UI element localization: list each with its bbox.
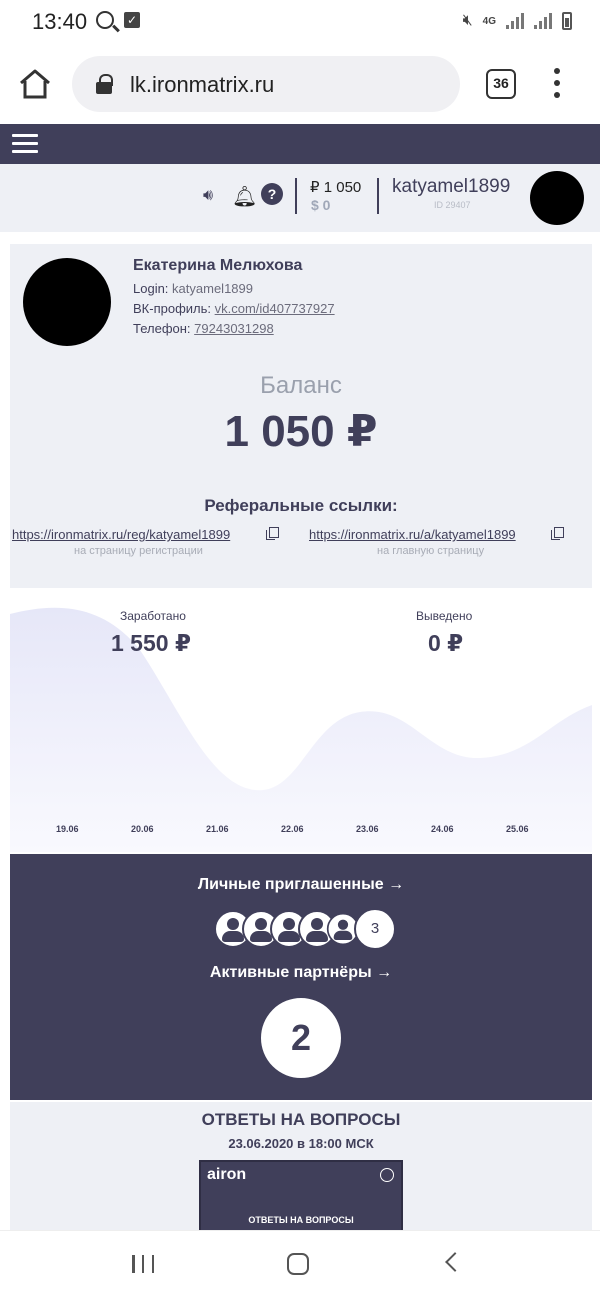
network-type: 4G xyxy=(482,15,496,27)
qa-section: ОТВЕТЫ НА ВОПРОСЫ 23.06.2020 в 18:00 МСК… xyxy=(10,1102,592,1230)
withdrawn-label: Выведено xyxy=(416,609,473,623)
balance-value: 1 050 ₽ xyxy=(224,407,378,456)
url-text[interactable]: lk.ironmatrix.ru xyxy=(130,72,274,98)
earned-value: 1 550 ₽ xyxy=(111,630,191,656)
signal-icon xyxy=(506,13,524,29)
chart-tick-label: 24.06 xyxy=(431,824,454,834)
sound-icon[interactable]: 🔊︎ xyxy=(203,187,213,205)
chart-tick-label: 22.06 xyxy=(281,824,304,834)
login-label: Login: xyxy=(133,281,169,296)
referral-main-caption: на главную страницу xyxy=(377,545,485,557)
referral-main-link[interactable]: https://ironmatrix.ru/a/katyamel1899 xyxy=(309,527,516,542)
badge-icon xyxy=(380,1168,394,1182)
hamburger-menu-icon[interactable] xyxy=(12,134,38,154)
checkbox-notification-icon: ✓ xyxy=(124,12,140,28)
personal-invites-count: 3 xyxy=(354,908,396,950)
divider xyxy=(295,178,297,214)
chart-tick-label: 25.06 xyxy=(506,824,529,834)
home-icon[interactable] xyxy=(18,68,52,100)
referral-title: Реферальные ссылки: xyxy=(204,496,398,515)
avatar[interactable] xyxy=(530,171,584,225)
invites-panel: Личные приглашенные → 3 Активные партнёр… xyxy=(10,854,592,1100)
airon-logo: airon xyxy=(207,1166,247,1183)
lock-icon[interactable] xyxy=(96,74,113,94)
referral-reg-caption: на страницу регистрации xyxy=(74,545,203,557)
qa-title: ОТВЕТЫ НА ВОПРОСЫ xyxy=(201,1110,401,1129)
status-indicators: 🔇︎ 4G xyxy=(463,12,572,30)
balance-label: Баланс xyxy=(260,372,342,399)
chart-area-fill xyxy=(10,607,592,852)
browser-toolbar: lk.ironmatrix.ru 36 xyxy=(0,44,600,124)
invited-avatars[interactable]: 3 xyxy=(214,908,396,950)
active-partners-count[interactable]: 2 xyxy=(259,996,343,1080)
personal-invites-link[interactable]: Личные приглашенные → xyxy=(10,876,592,894)
active-partners-link[interactable]: Активные партнёры → xyxy=(10,964,592,982)
header-user-id: ID 29407 xyxy=(434,200,471,210)
referral-reg-link[interactable]: https://ironmatrix.ru/reg/katyamel1899 xyxy=(12,527,230,542)
copy-icon[interactable] xyxy=(551,527,564,540)
profile-login: Login: katyamel1899 xyxy=(133,281,253,296)
user-header: 🔊︎ 🔔︎ ? ₽ 1 050 $ 0 katyamel1899 ID 2940… xyxy=(0,164,600,232)
header-balance-rub: ₽ 1 050 xyxy=(310,179,362,196)
divider xyxy=(377,178,379,214)
profile-avatar xyxy=(23,258,111,346)
phone-label: Телефон: xyxy=(133,321,191,336)
signal-icon-2 xyxy=(534,13,552,29)
chart-tick-label: 23.06 xyxy=(356,824,379,834)
header-balance-usd: $ 0 xyxy=(311,197,331,213)
site-nav-bar xyxy=(0,124,600,164)
vk-label: ВК-профиль: xyxy=(133,301,211,316)
video-thumbnail[interactable]: airon ОТВЕТЫ НА ВОПРОСЫ xyxy=(199,1160,403,1230)
vk-link[interactable]: vk.com/id407737927 xyxy=(215,301,335,316)
earned-label: Заработано xyxy=(120,609,186,623)
header-username[interactable]: katyamel1899 xyxy=(392,176,510,198)
search-icon xyxy=(96,11,114,29)
earnings-chart: Заработано 1 550 ₽ Выведено 0 ₽ 19.06 20.… xyxy=(10,600,592,852)
withdrawn-value: 0 ₽ xyxy=(428,630,464,656)
recent-apps-icon[interactable] xyxy=(132,1255,154,1273)
profile-vk: ВК-профиль: vk.com/id407737927 xyxy=(133,301,335,316)
tabs-count-button[interactable]: 36 xyxy=(486,69,516,99)
battery-icon xyxy=(562,12,572,30)
system-nav-bar xyxy=(0,1230,600,1298)
chart-area xyxy=(10,607,592,852)
chart-x-axis: 19.06 20.06 21.06 22.06 23.06 24.06 25.06 xyxy=(10,824,592,838)
phone-link[interactable]: 79243031298 xyxy=(194,321,274,336)
login-value: katyamel1899 xyxy=(172,281,253,296)
back-icon[interactable] xyxy=(445,1252,465,1272)
profile-name: Екатерина Мелюхова xyxy=(133,257,303,274)
home-button-icon[interactable] xyxy=(287,1253,309,1275)
chart-tick-label: 20.06 xyxy=(131,824,154,834)
profile-phone: Телефон: 79243031298 xyxy=(133,321,274,336)
copy-icon[interactable] xyxy=(266,527,279,540)
help-icon[interactable]: ? xyxy=(261,183,283,205)
profile-card: Екатерина Мелюхова Login: katyamel1899 В… xyxy=(10,244,592,588)
status-time: 13:40 xyxy=(32,9,88,34)
thumbnail-caption: ОТВЕТЫ НА ВОПРОСЫ xyxy=(248,1215,354,1225)
address-bar[interactable]: lk.ironmatrix.ru xyxy=(72,56,460,112)
chart-tick-label: 19.06 xyxy=(56,824,79,834)
bell-icon[interactable]: 🔔︎ xyxy=(232,184,257,209)
status-bar: 13:40 ✓ 🔇︎ 4G xyxy=(0,0,600,44)
overflow-menu-icon[interactable] xyxy=(552,68,562,100)
qa-date: 23.06.2020 в 18:00 МСК xyxy=(228,1136,374,1151)
chart-tick-label: 21.06 xyxy=(206,824,229,834)
mute-icon: 🔇︎ xyxy=(462,12,473,29)
